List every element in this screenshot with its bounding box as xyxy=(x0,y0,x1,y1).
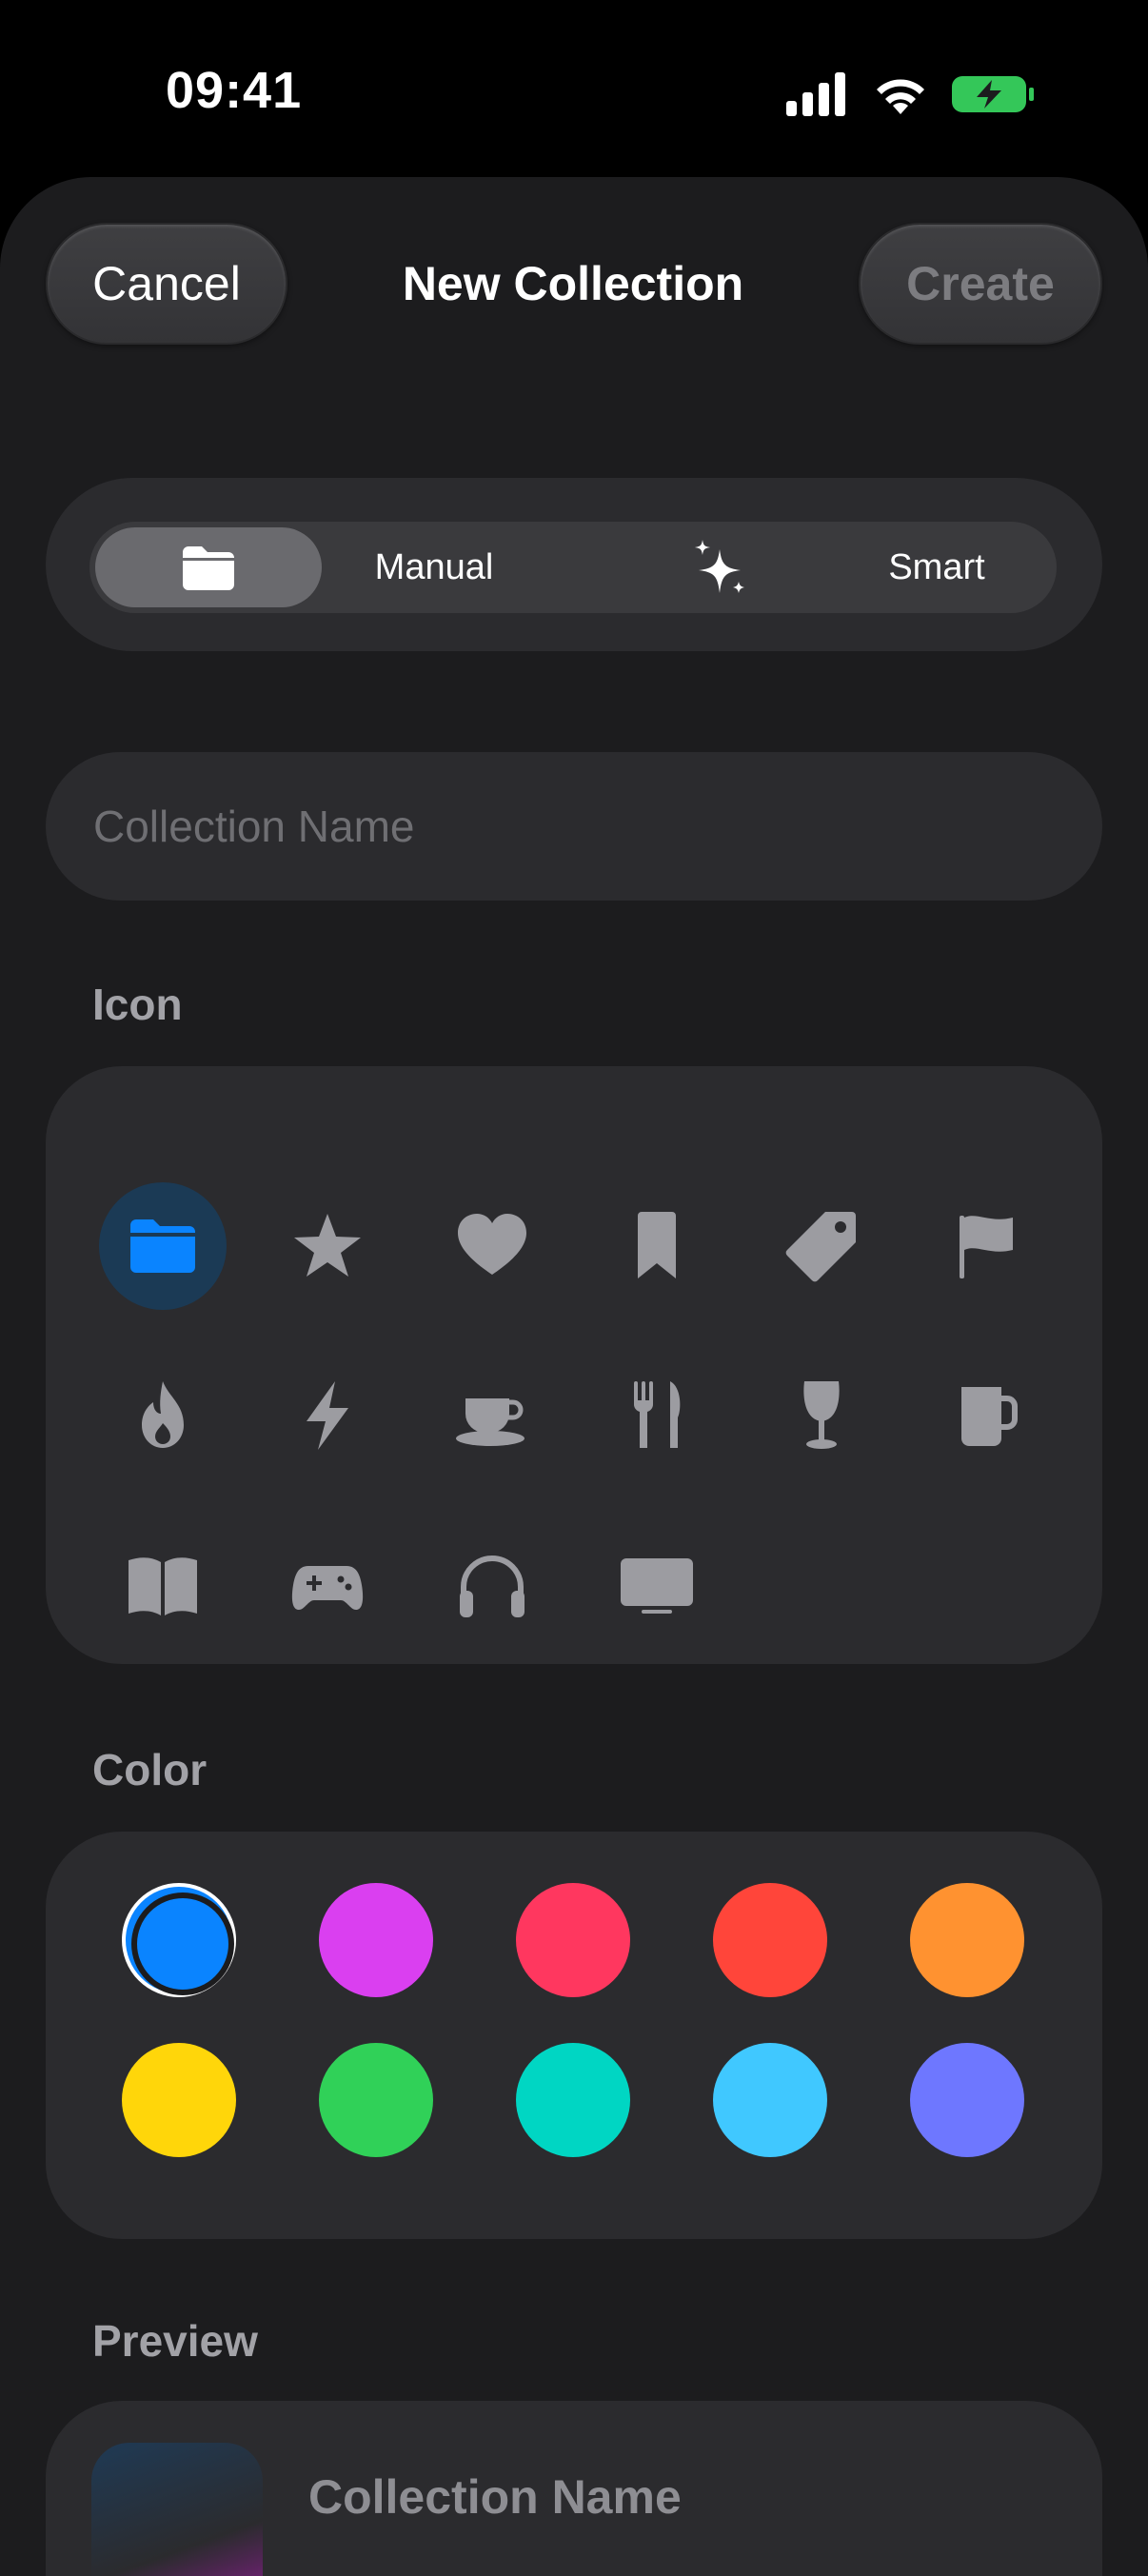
preview-thumbnail xyxy=(91,2443,263,2576)
bookmark-icon xyxy=(638,1212,676,1278)
wifi-icon xyxy=(877,79,924,114)
color-swatch-5[interactable] xyxy=(910,1883,1024,1997)
icon-option-flame[interactable] xyxy=(99,1352,227,1479)
color-section-label: Color xyxy=(92,1745,208,1794)
icon-option-folder[interactable] xyxy=(99,1182,227,1310)
color-swatch-3[interactable] xyxy=(516,1883,630,1997)
icon-option-tv[interactable] xyxy=(593,1523,721,1651)
icon-option-star[interactable] xyxy=(264,1182,391,1310)
color-swatch-10[interactable] xyxy=(910,2043,1024,2157)
icon-picker-card xyxy=(46,1066,1102,1664)
icon-option-wineglass[interactable] xyxy=(758,1352,885,1479)
new-collection-sheet: Cancel New Collection Create Manual Smar… xyxy=(0,177,1148,2576)
segment-manual[interactable]: Manual xyxy=(322,522,546,613)
color-picker-card xyxy=(46,1832,1102,2239)
icon-option-bolt[interactable] xyxy=(264,1352,391,1479)
icon-section-label: Icon xyxy=(92,980,183,1029)
flag-icon xyxy=(960,1216,1013,1278)
heart-icon xyxy=(458,1214,526,1275)
sparkles-icon xyxy=(695,540,744,593)
create-button[interactable]: Create xyxy=(859,223,1102,345)
collection-type-picker: Manual Smart xyxy=(46,478,1102,651)
segmented-control: Manual Smart xyxy=(89,522,1057,613)
cancel-button[interactable]: Cancel xyxy=(46,223,287,345)
segment-manual-icon-button[interactable] xyxy=(95,527,322,607)
color-swatch-6[interactable] xyxy=(122,2043,236,2157)
preview-card: Collection Name xyxy=(46,2401,1102,2576)
color-swatch-1[interactable] xyxy=(122,1883,236,1997)
wineglass-icon xyxy=(803,1381,840,1449)
mug-icon xyxy=(961,1387,1018,1446)
cup-saucer-icon xyxy=(456,1398,525,1446)
icon-option-heart[interactable] xyxy=(428,1182,556,1310)
battery-charging-icon xyxy=(952,76,1034,112)
icon-option-flag[interactable] xyxy=(922,1182,1050,1310)
star-icon xyxy=(294,1214,361,1277)
preview-collection-name: Collection Name xyxy=(308,2470,682,2524)
icon-option-headphones[interactable] xyxy=(428,1523,556,1651)
folder-icon xyxy=(183,546,234,590)
color-swatch-9[interactable] xyxy=(713,2043,827,2157)
icon-option-bookmark[interactable] xyxy=(593,1182,721,1310)
status-bar: 09:41 xyxy=(0,0,1148,177)
icon-option-cup[interactable] xyxy=(428,1352,556,1479)
segment-smart-icon-button[interactable] xyxy=(645,522,798,613)
cellular-signal-icon xyxy=(786,72,845,116)
fork-knife-icon xyxy=(633,1381,681,1448)
folder-icon xyxy=(130,1219,195,1273)
color-swatch-2[interactable] xyxy=(319,1883,433,1997)
color-swatch-4[interactable] xyxy=(713,1883,827,1997)
gamecontroller-icon xyxy=(291,1566,364,1610)
tv-icon xyxy=(621,1558,693,1614)
headphones-icon xyxy=(460,1556,525,1617)
preview-section-label: Preview xyxy=(92,2316,258,2366)
book-icon xyxy=(129,1557,197,1615)
status-time: 09:41 xyxy=(166,62,303,119)
collection-name-input[interactable] xyxy=(46,752,1102,901)
icon-option-fork-knife[interactable] xyxy=(593,1352,721,1479)
flame-icon xyxy=(142,1381,184,1448)
icon-option-gamecontroller[interactable] xyxy=(264,1523,391,1651)
color-swatch-7[interactable] xyxy=(319,2043,433,2157)
icon-option-book[interactable] xyxy=(99,1523,227,1651)
sheet-title: New Collection xyxy=(402,257,744,310)
segment-smart[interactable]: Smart xyxy=(851,522,1022,613)
tag-icon xyxy=(785,1212,856,1282)
icon-option-mug[interactable] xyxy=(922,1352,1050,1479)
color-swatch-8[interactable] xyxy=(516,2043,630,2157)
bolt-icon xyxy=(307,1381,348,1450)
icon-option-tag[interactable] xyxy=(758,1182,885,1310)
